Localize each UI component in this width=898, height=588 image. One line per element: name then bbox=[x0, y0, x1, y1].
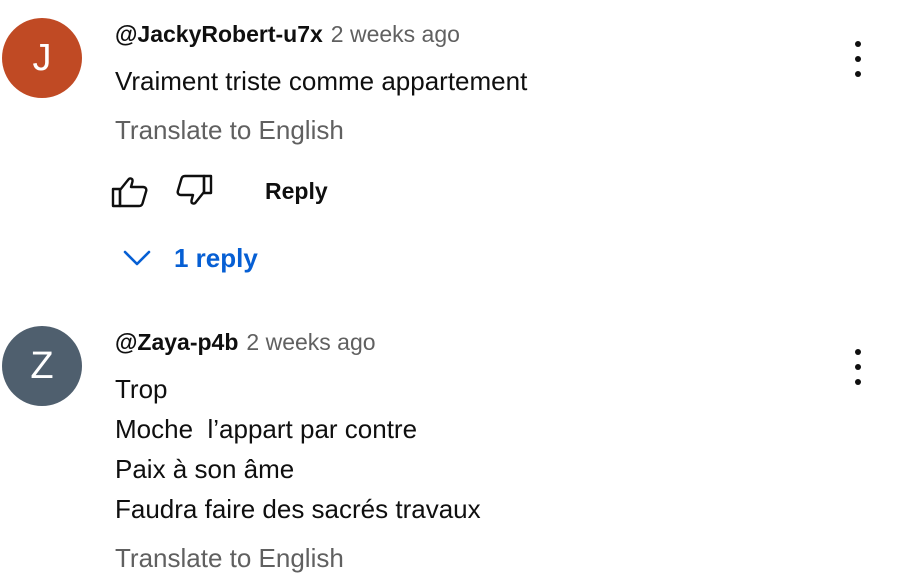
comment-thread: Z @Zaya-p4b 2 weeks ago Trop Moche l’app… bbox=[0, 0, 898, 588]
avatar-letter: Z bbox=[30, 344, 54, 387]
comment-text-line: Faudra faire des sacrés travaux bbox=[115, 494, 481, 524]
comment-header: @Zaya-p4b 2 weeks ago bbox=[115, 329, 376, 363]
avatar[interactable]: Z bbox=[2, 326, 82, 406]
comment-time[interactable]: 2 weeks ago bbox=[246, 329, 375, 356]
comment-menu-button[interactable] bbox=[848, 349, 868, 385]
comment-text-line: Moche l’appart par contre bbox=[115, 414, 418, 444]
author-name[interactable]: @Zaya-p4b bbox=[115, 329, 238, 356]
comment-text-line: Trop bbox=[115, 374, 168, 404]
comment-text-line: Paix à son âme bbox=[115, 454, 295, 484]
translate-button[interactable]: Translate to English bbox=[115, 543, 344, 574]
more-vert-icon bbox=[855, 349, 861, 385]
